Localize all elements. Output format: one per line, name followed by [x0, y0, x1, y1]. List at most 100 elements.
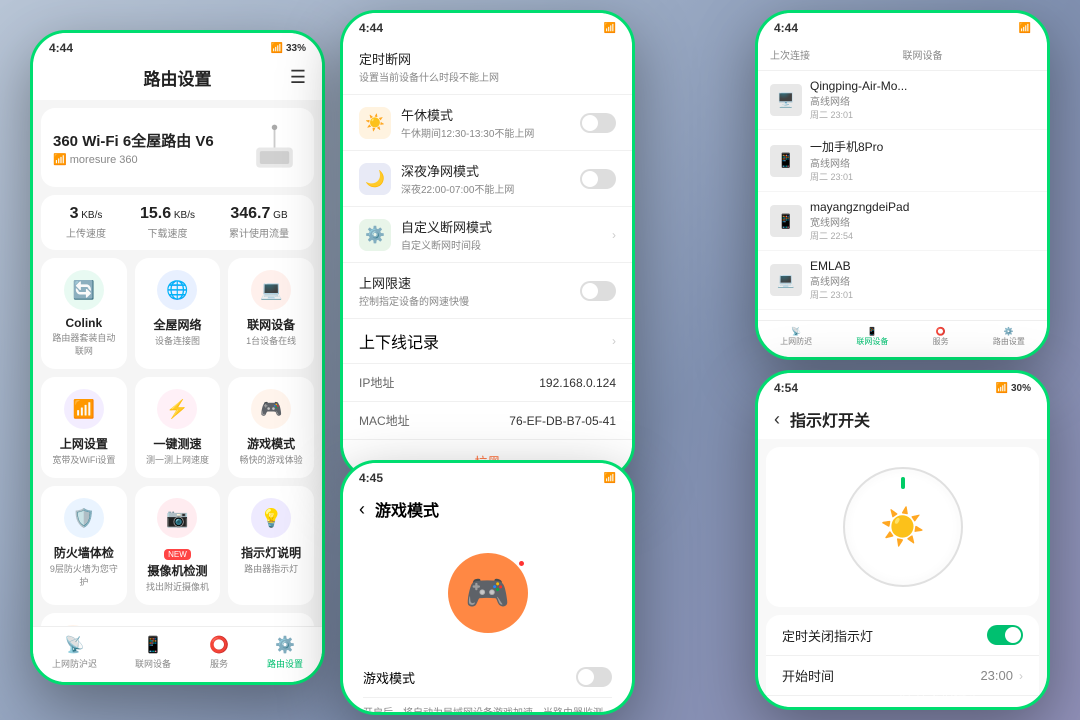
time-1: 4:44 [49, 41, 73, 55]
phone4-connected-devices: 4:44 📶 上次连接 联网设备 🖥️ Qingping-Air-Mo... 高… [755, 10, 1050, 360]
time-3: 4:45 [359, 471, 383, 485]
game-mode-description: 开启后，将自动为局域网设备游戏加速，当路由器监测到连接设备有游戏进行时，会对相关… [363, 698, 612, 712]
settings-list-2: 定时断网 设置当前设备什么时段不能上网 ☀️ 午休模式 午休期间12:30-13… [343, 39, 632, 477]
p4-nav-devices[interactable]: 📱 联网设备 [856, 327, 888, 347]
nav-internet-1[interactable]: 📡 上网防沪迟 [52, 635, 97, 670]
time-2: 4:44 [359, 21, 383, 35]
phone1-content: 4:44 📶 33% 路由设置 ☰ 360 Wi-Fi 6全屋路由 V6 📶 m… [33, 33, 322, 682]
mac-row: MAC地址 76-EF-DB-B7-05-41 [343, 402, 632, 440]
led-timer-toggle[interactable] [987, 625, 1023, 645]
p4-nav-services[interactable]: ⭕ 服务 [933, 327, 949, 347]
ip-value: 192.168.0.124 [539, 376, 616, 390]
records-title: 上下线记录 [359, 329, 439, 353]
back-btn-5[interactable]: ‹ [774, 409, 780, 430]
grid-devices[interactable]: 💻 联网设备 1台设备在线 [228, 258, 314, 369]
grid-speedtest[interactable]: ⚡ 一键测速 测一测上网速度 [135, 377, 221, 478]
wifi-icon: 📶 [53, 154, 67, 166]
colink-title: Colink [49, 316, 119, 330]
ipad-time: 周二 22:54 [810, 229, 909, 242]
phone3-game-mode: 4:45 📶 ‹ 游戏模式 🎮 游戏模式 开启后，将自动为局域网设备游戏加速，当… [340, 460, 635, 715]
router-brand: 📶 moresure 360 [53, 153, 214, 166]
schedule-off-title: 定时断网 [359, 49, 499, 68]
custom-schedule-item[interactable]: ⚙️ 自定义断网模式 自定义断网时间段 › [343, 207, 632, 263]
device-thumb-ipad: 📱 [770, 205, 802, 237]
custom-schedule-icon: ⚙️ [365, 225, 385, 245]
page-title-1: 路由设置 [144, 70, 212, 89]
stat-total-label: 累计使用流量 [229, 225, 289, 240]
emlab-icon: 💻 [777, 272, 794, 289]
game-sub: 畅快的游戏体验 [236, 453, 306, 466]
signal-icon-5: 📶 [996, 383, 1008, 394]
grid-colink[interactable]: 🔄 Colink 路由器套装自动联网 [41, 258, 127, 369]
schedule-off-left: 定时断网 设置当前设备什么时段不能上网 [359, 49, 499, 84]
game-mode-title: 游戏模式 [375, 497, 439, 521]
custom-schedule-sub: 自定义断网时间段 [401, 237, 492, 252]
signal-icon-2: 📶 [604, 23, 616, 34]
stat-download-value: 15.6 KB/s [140, 205, 195, 223]
device-thumb-qingping: 🖥️ [770, 84, 802, 116]
grid-led[interactable]: 💡 指示灯说明 路由器指示灯 [228, 486, 314, 605]
speed-limit-item[interactable]: 上网限速 控制指定设备的网速快慢 [343, 263, 632, 319]
camera-title: 摄像机检测 [143, 562, 213, 579]
led-title: 指示灯开关 [790, 407, 870, 431]
grid-firewall[interactable]: 🛡️ 防火墙体检 9层防火墙为您守护 [41, 486, 127, 605]
noon-rest-item[interactable]: ☀️ 午休模式 午休期间12:30-13:30不能上网 [343, 95, 632, 151]
phone5-content: 4:54 📶 30% ‹ 指示灯开关 ☀️ 定时关闭指示灯 开始时间 [758, 373, 1047, 707]
nav-services-1[interactable]: ⭕ 服务 [209, 635, 229, 670]
device-oneplus[interactable]: 📱 一加手机8Pro 高线网络 周二 23:01 [758, 130, 1047, 192]
back-btn-3[interactable]: ‹ [359, 499, 365, 520]
noon-rest-left: ☀️ 午休模式 午休期间12:30-13:30不能上网 [359, 105, 534, 140]
night-mode-toggle[interactable] [580, 169, 616, 189]
stat-upload-value: 3 KB/s [66, 205, 106, 223]
oneplus-name: 一加手机8Pro [810, 138, 883, 155]
stat-upload: 3 KB/s 上传速度 [66, 205, 106, 240]
device-info-oneplus: 一加手机8Pro 高线网络 周二 23:01 [810, 138, 883, 183]
p4-nav-internet[interactable]: 📡 上网防迟 [780, 327, 812, 347]
device-qingping[interactable]: 🖥️ Qingping-Air-Mo... 高线网络 周二 23:01 [758, 71, 1047, 130]
device-emlab[interactable]: 💻 EMLAB 高线网络 周二 23:01 [758, 251, 1047, 310]
noon-rest-title: 午休模式 [401, 105, 534, 124]
menu-icon-1[interactable]: ☰ [290, 67, 306, 88]
device-list: 🖥️ Qingping-Air-Mo... 高线网络 周二 23:01 📱 一加… [758, 71, 1047, 357]
internet-sub: 宽带及WiFi设置 [49, 453, 119, 466]
night-mode-item[interactable]: 🌙 深夜净网模式 深夜22:00-07:00不能上网 [343, 151, 632, 207]
ipad-icon: 📱 [777, 213, 794, 230]
ipad-name: mayangzngdeiPad [810, 200, 909, 214]
game-controller-icon: 🎮 [465, 572, 510, 614]
mac-label: MAC地址 [359, 412, 410, 429]
grid-whole-home[interactable]: 🌐 全屋网络 设备连接图 [135, 258, 221, 369]
noon-rest-toggle[interactable] [580, 113, 616, 133]
custom-schedule-left: ⚙️ 自定义断网模式 自定义断网时间段 [359, 217, 492, 252]
nav-internet-icon-1: 📡 [52, 635, 97, 655]
grid-internet[interactable]: 📶 上网设置 宽带及WiFi设置 [41, 377, 127, 478]
nav-router-1[interactable]: ⚙️ 路由设置 [267, 635, 303, 670]
schedule-off-header: 定时断网 设置当前设备什么时段不能上网 [343, 39, 632, 95]
device-ipad[interactable]: 📱 mayangzngdeiPad 宽线网络 周二 22:54 [758, 192, 1047, 251]
nav-devices-1[interactable]: 📱 联网设备 [135, 635, 171, 670]
game-mode-settings: 游戏模式 开启后，将自动为局域网设备游戏加速，当路由器监测到连接设备有游戏进行时… [351, 657, 624, 712]
game-mode-toggle[interactable] [576, 667, 612, 687]
device-thumb-oneplus: 📱 [770, 145, 802, 177]
whole-home-icon: 🌐 [166, 280, 188, 301]
speedtest-sub: 测一测上网速度 [143, 453, 213, 466]
game-mode-header: ‹ 游戏模式 [343, 489, 632, 529]
grid-camera[interactable]: 📷 NEW 摄像机检测 找出附近摄像机 [135, 486, 221, 605]
router-card: 360 Wi-Fi 6全屋路由 V6 📶 moresure 360 [41, 108, 314, 187]
device-info-emlab: EMLAB 高线网络 周二 23:01 [810, 259, 853, 301]
bottom-nav-4: 📡 上网防迟 📱 联网设备 ⭕ 服务 ⚙️ 路由设置 [758, 320, 1047, 357]
speed-limit-toggle[interactable] [580, 281, 616, 301]
records-item[interactable]: 上下线记录 › [343, 319, 632, 364]
router-info: 360 Wi-Fi 6全屋路由 V6 📶 moresure 360 [53, 130, 214, 166]
noon-rest-text: 午休模式 午休期间12:30-13:30不能上网 [401, 105, 534, 140]
led-icon: 💡 [260, 508, 282, 529]
camera-sub: 找出附近摄像机 [143, 580, 213, 593]
status-bar-2: 4:44 📶 [343, 13, 632, 39]
stats-row: 3 KB/s 上传速度 15.6 KB/s 下载速度 346.7 GB 累计使用… [41, 195, 314, 250]
custom-schedule-title: 自定义断网模式 [401, 217, 492, 236]
battery-1: 33% [286, 43, 306, 54]
signal-icon-3: 📶 [604, 473, 616, 484]
p4-nav-router[interactable]: ⚙️ 路由设置 [993, 327, 1025, 347]
grid-game[interactable]: 🎮 游戏模式 畅快的游戏体验 [228, 377, 314, 478]
phone3-content: 4:45 📶 ‹ 游戏模式 🎮 游戏模式 开启后，将自动为局域网设备游戏加速，当… [343, 463, 632, 712]
led-timer-item[interactable]: 定时关闭指示灯 [766, 615, 1039, 656]
